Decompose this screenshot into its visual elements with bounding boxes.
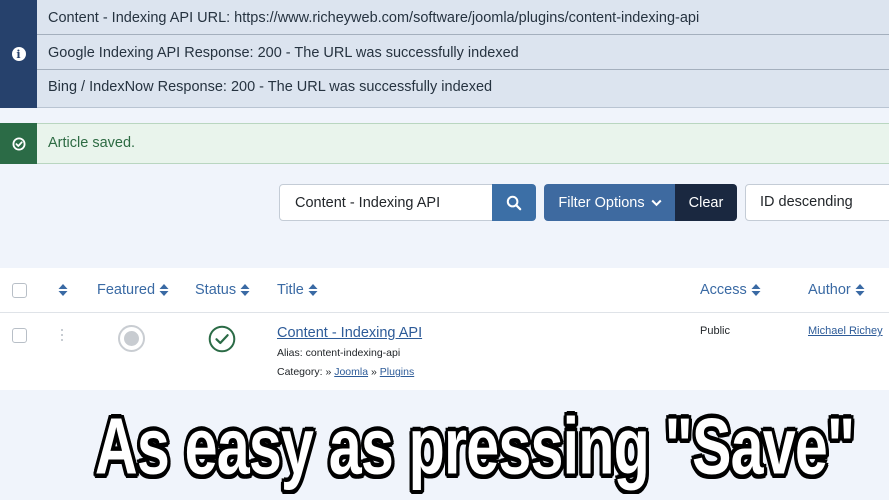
column-header-access[interactable]: Access xyxy=(700,268,761,313)
ordering-sort-header[interactable] xyxy=(58,268,68,313)
table-header: Featured Status Title Access Author xyxy=(0,268,889,313)
sort-icon xyxy=(855,284,865,297)
filter-options-button[interactable]: Filter Options xyxy=(544,184,676,221)
article-alias: Alias: content-indexing-api xyxy=(277,347,400,359)
unfeatured-icon xyxy=(124,331,139,346)
check-circle-icon xyxy=(12,137,25,150)
caption-overlay: As easy as pressing "Save" xyxy=(0,400,889,491)
sort-select[interactable]: ID descending xyxy=(745,184,889,221)
alias-value: content-indexing-api xyxy=(305,347,401,359)
column-header-author[interactable]: Author xyxy=(808,268,865,313)
featured-header-label: Featured xyxy=(97,282,156,298)
category-link-plugins[interactable]: Plugins xyxy=(380,366,414,378)
status-header-label: Status xyxy=(195,282,237,298)
column-header-title[interactable]: Title xyxy=(277,268,318,313)
info-message: Content - Indexing API URL: https://www.… xyxy=(37,1,889,35)
access-header-label: Access xyxy=(700,282,747,298)
article-title-link[interactable]: Content - Indexing API xyxy=(277,325,422,341)
info-alert: i Content - Indexing API URL: https://ww… xyxy=(0,0,889,108)
article-category: Category: » Joomla » Plugins xyxy=(277,366,414,378)
sort-icon xyxy=(159,284,169,297)
drag-handle-icon[interactable] xyxy=(60,328,64,342)
info-alert-sidebar: i xyxy=(0,0,37,108)
sort-icon xyxy=(751,284,761,297)
sort-icon xyxy=(308,284,318,297)
author-header-label: Author xyxy=(808,282,851,298)
breadcrumb-separator: » xyxy=(371,366,377,378)
info-message: Bing / IndexNow Response: 200 - The URL … xyxy=(48,79,493,95)
alias-label: Alias: xyxy=(277,347,303,359)
success-message: Article saved. xyxy=(48,135,136,151)
info-message: Google Indexing API Response: 200 - The … xyxy=(37,36,889,70)
clear-button[interactable]: Clear xyxy=(675,184,737,221)
success-alert-sidebar xyxy=(0,123,37,164)
chevron-down-icon xyxy=(651,199,662,206)
success-alert: Article saved. xyxy=(0,123,889,164)
category-label: Category: xyxy=(277,366,323,378)
search-icon xyxy=(506,195,522,210)
author-link[interactable]: Michael Richey xyxy=(808,325,883,337)
access-level: Public xyxy=(700,325,730,337)
title-header-label: Title xyxy=(277,282,304,298)
caption-text: As easy as pressing "Save" xyxy=(94,401,855,491)
sort-icon xyxy=(240,284,250,297)
articles-table: Featured Status Title Access Author Cont… xyxy=(0,268,889,390)
breadcrumb-separator: » xyxy=(325,366,332,378)
table-row: Content - Indexing API Alias: content-in… xyxy=(0,314,889,390)
featured-toggle[interactable] xyxy=(118,325,145,352)
select-all-checkbox[interactable] xyxy=(12,283,27,298)
search-input[interactable] xyxy=(279,184,493,221)
row-checkbox[interactable] xyxy=(12,328,27,343)
column-header-featured[interactable]: Featured xyxy=(97,268,169,313)
info-icon: i xyxy=(11,47,26,61)
search-button[interactable] xyxy=(492,184,536,221)
column-header-status[interactable]: Status xyxy=(195,268,250,313)
filter-options-label: Filter Options xyxy=(558,194,645,211)
category-link-joomla[interactable]: Joomla xyxy=(334,366,368,378)
sort-icon xyxy=(58,284,68,297)
published-check-icon[interactable] xyxy=(208,325,236,353)
